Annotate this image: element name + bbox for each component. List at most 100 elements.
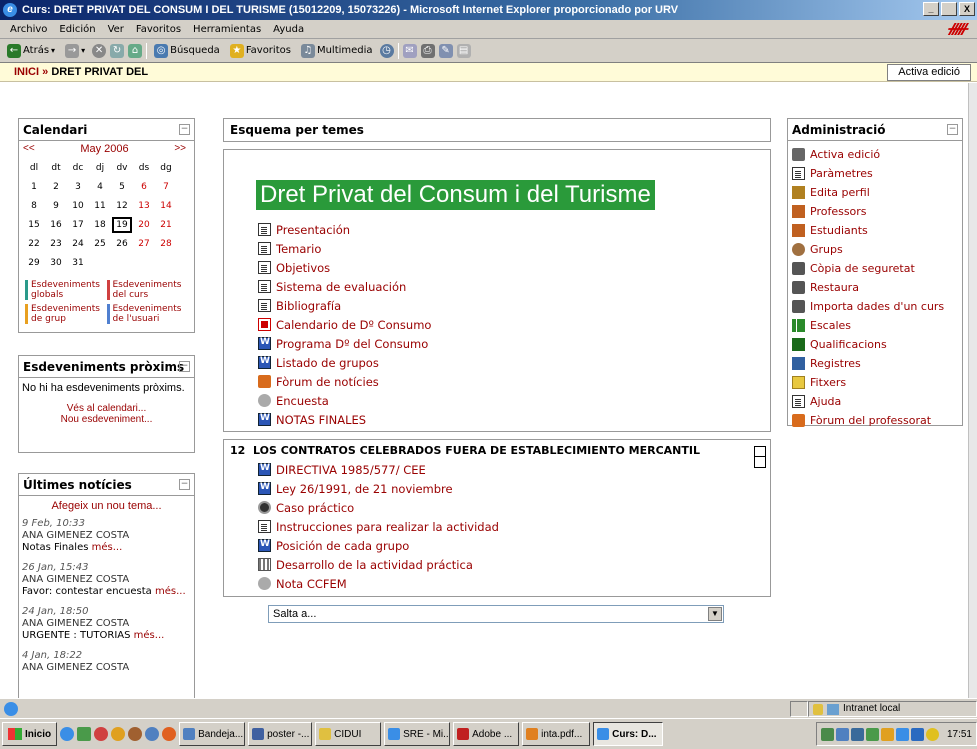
menu-edicion[interactable]: Edición [53, 24, 101, 35]
collapse-icon[interactable]: − [179, 361, 190, 372]
admin-item-activa-edicio[interactable]: Activa edició [788, 145, 962, 164]
clock[interactable]: 17:51 [947, 729, 972, 740]
collapse-icon[interactable]: − [179, 124, 190, 135]
admin-item-importa[interactable]: Importa dades d'un curs [788, 297, 962, 316]
resource-item[interactable]: Temario [258, 239, 431, 258]
resource-item[interactable]: Calendario de Dº Consumo [258, 315, 431, 334]
discuss-icon[interactable]: ▤ [456, 43, 471, 58]
show-only-topic-icon[interactable] [754, 446, 766, 468]
taskbar-item-active[interactable]: Curs: D... [593, 722, 664, 746]
vertical-scrollbar[interactable] [968, 83, 977, 698]
chevron-down-icon[interactable]: ▾ [81, 46, 85, 55]
resource-item[interactable]: Encuesta [258, 391, 431, 410]
tray-icon[interactable] [850, 727, 864, 741]
stop-icon[interactable]: ✕ [92, 43, 107, 58]
admin-item-escales[interactable]: Escales [788, 316, 962, 335]
app-quicklaunch-icon[interactable] [145, 727, 160, 741]
legend-global-events[interactable]: Esdeveniments globals [25, 280, 107, 300]
activate-edit-button[interactable]: Activa edició [887, 64, 971, 81]
menu-ayuda[interactable]: Ayuda [267, 24, 310, 35]
jump-to-select[interactable]: Salta a... ▼ [268, 605, 724, 623]
app-quicklaunch-icon[interactable] [128, 727, 143, 741]
ie-quicklaunch-icon[interactable] [60, 727, 75, 741]
legend-course-events[interactable]: Esdeveniments del curs [106, 280, 189, 300]
browser-quicklaunch-icon[interactable] [111, 727, 126, 741]
add-topic-link[interactable]: Afegeix un nou tema... [19, 496, 194, 512]
admin-item-grups[interactable]: Grups [788, 240, 962, 259]
taskbar-item[interactable]: inta.pdf... [522, 722, 591, 746]
desktop-quicklaunch-icon[interactable] [77, 727, 92, 741]
taskbar-item[interactable]: Adobe ... [453, 722, 520, 746]
tray-icon[interactable] [895, 727, 909, 741]
resource-item[interactable]: Sistema de evaluación [258, 277, 431, 296]
home-icon[interactable]: ⌂ [128, 43, 143, 58]
admin-item-qualificacions[interactable]: Qualificacions [788, 335, 962, 354]
opera-quicklaunch-icon[interactable] [94, 727, 109, 741]
legend-group-events[interactable]: Esdeveniments de grup [25, 304, 107, 324]
legend-user-events[interactable]: Esdeveniments de l'usuari [106, 304, 189, 324]
resource-item[interactable]: Listado de grupos [258, 353, 431, 372]
resource-item[interactable]: Bibliografía [258, 296, 431, 315]
calendar-month[interactable]: May 2006 [80, 143, 128, 155]
resource-item[interactable]: Fòrum de notícies [258, 372, 431, 391]
print-icon[interactable]: ⎙ [420, 43, 435, 58]
resource-item[interactable]: Nota CCFEM [258, 574, 499, 593]
resource-item[interactable]: Caso práctico [258, 498, 499, 517]
window-title-bar[interactable]: e Curs: DRET PRIVAT DEL CONSUM I DEL TUR… [0, 0, 977, 20]
resource-item[interactable]: Objetivos [258, 258, 431, 277]
more-link[interactable]: més... [92, 542, 123, 553]
minimize-button[interactable]: _ [923, 2, 939, 16]
admin-item-estudiants[interactable]: Estudiants [788, 221, 962, 240]
admin-item-registres[interactable]: Registres [788, 354, 962, 373]
collapse-icon[interactable]: − [947, 124, 958, 135]
resource-item[interactable]: Ley 26/1991, de 21 noviembre [258, 479, 499, 498]
resource-item[interactable]: Desarrollo de la actividad práctica [258, 555, 499, 574]
tray-icon[interactable] [835, 727, 849, 741]
taskbar-item[interactable]: poster -... [248, 722, 313, 746]
more-link[interactable]: més... [155, 586, 186, 597]
go-to-calendar-link[interactable]: Vés al calendari... [19, 403, 194, 414]
app-quicklaunch-icon[interactable] [162, 727, 177, 741]
favorites-button[interactable]: ★ Favoritos [227, 43, 294, 58]
edit-icon[interactable]: ✎ [438, 43, 453, 58]
chevron-down-icon[interactable]: ▾ [51, 46, 55, 55]
language-icon[interactable] [910, 727, 924, 741]
resource-item[interactable]: Instrucciones para realizar la actividad [258, 517, 499, 536]
menu-herramientas[interactable]: Herramientas [187, 24, 267, 35]
mail-icon[interactable]: ✉ [402, 43, 417, 58]
admin-item-edita-perfil[interactable]: Edita perfil [788, 183, 962, 202]
admin-item-fitxers[interactable]: Fitxers [788, 373, 962, 392]
tray-icon[interactable] [820, 727, 834, 741]
history-icon[interactable]: ◷ [379, 43, 394, 58]
collapse-icon[interactable]: − [179, 479, 190, 490]
admin-item-professors[interactable]: Professors [788, 202, 962, 221]
admin-item-parametres[interactable]: Paràmetres [788, 164, 962, 183]
tray-icon[interactable] [880, 727, 894, 741]
calendar-prev-link[interactable]: << [23, 143, 35, 155]
multimedia-button[interactable]: ♫ Multimedia [298, 43, 376, 58]
resource-item[interactable]: Programa Dº del Consumo [258, 334, 431, 353]
new-event-link[interactable]: Nou esdeveniment... [19, 414, 194, 425]
tray-icon[interactable] [865, 727, 879, 741]
menu-favoritos[interactable]: Favoritos [130, 24, 187, 35]
more-link[interactable]: més... [134, 630, 165, 641]
resource-item[interactable]: NOTAS FINALES [258, 410, 431, 429]
refresh-icon[interactable]: ↻ [110, 43, 125, 58]
tray-icon[interactable] [925, 727, 939, 741]
admin-item-forum-professorat[interactable]: Fòrum del professorat [788, 411, 962, 430]
admin-item-restaura[interactable]: Restaura [788, 278, 962, 297]
start-button[interactable]: Inicio [2, 722, 58, 746]
admin-item-copia-seguretat[interactable]: Còpia de seguretat [788, 259, 962, 278]
close-button[interactable]: X [959, 2, 975, 16]
resource-item[interactable]: Presentación [258, 220, 431, 239]
taskbar-item[interactable]: SRE - Mi... [384, 722, 451, 746]
calendar-next-link[interactable]: >> [174, 143, 186, 155]
admin-item-ajuda[interactable]: Ajuda [788, 392, 962, 411]
menu-archivo[interactable]: Archivo [4, 24, 53, 35]
breadcrumb-home-link[interactable]: INICI [14, 66, 39, 78]
forward-button[interactable]: → ▾ [62, 43, 88, 58]
search-button[interactable]: ◎ Búsqueda [151, 43, 223, 58]
maximize-button[interactable] [941, 2, 957, 16]
resource-item[interactable]: Posición de cada grupo [258, 536, 499, 555]
menu-ver[interactable]: Ver [102, 24, 130, 35]
